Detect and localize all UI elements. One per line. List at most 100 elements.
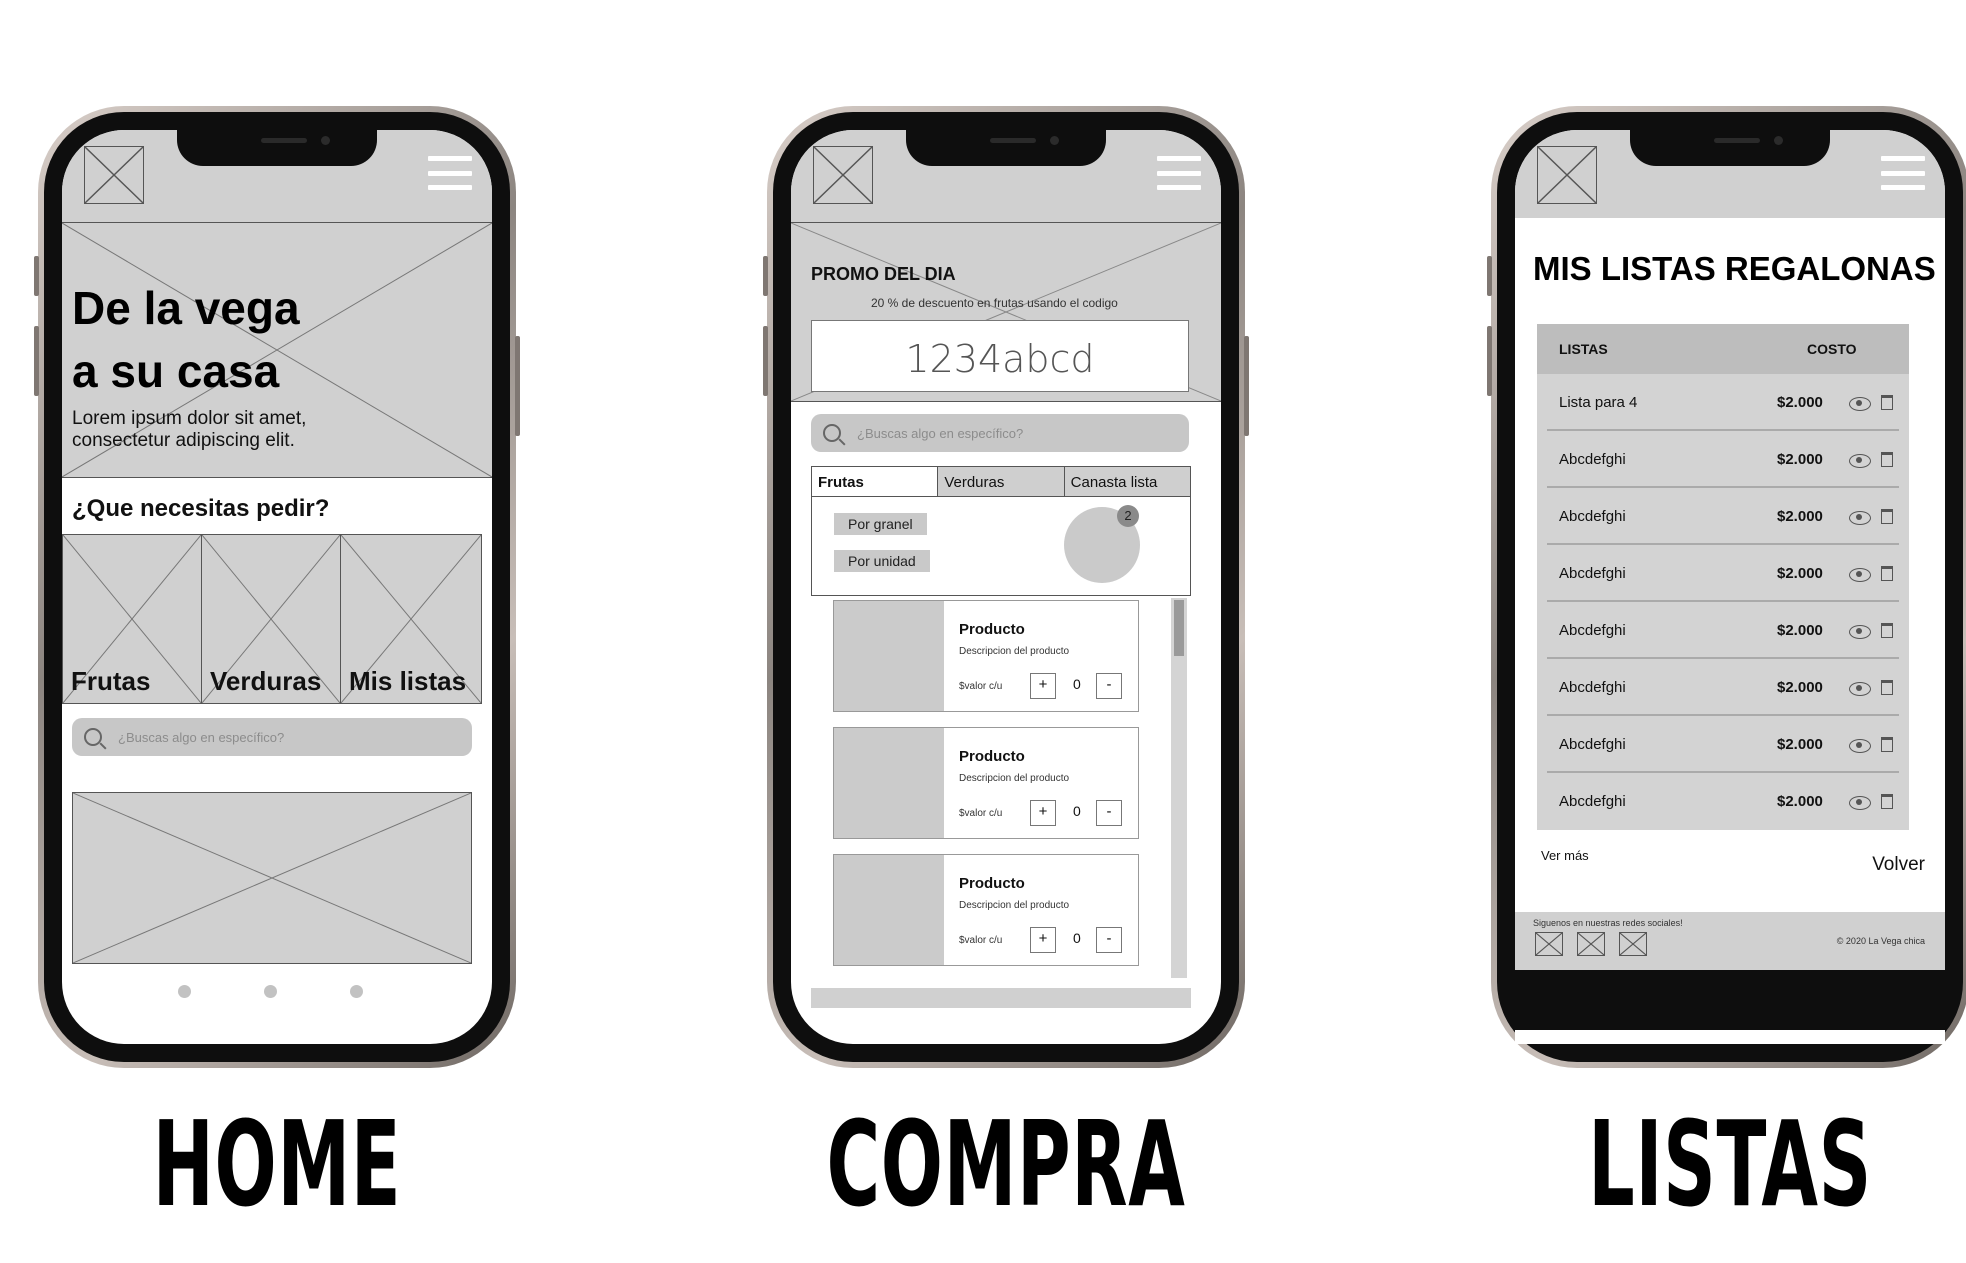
increment-button[interactable]: + — [1030, 927, 1056, 953]
table-row[interactable]: Abcdefghi $2.000 — [1547, 488, 1899, 545]
social-icon[interactable] — [1535, 932, 1563, 956]
list-cost: $2.000 — [1777, 508, 1823, 525]
chip-por-granel[interactable]: Por granel — [834, 513, 927, 535]
footer: Siguenos en nuestras redes sociales! © 2… — [1515, 912, 1945, 970]
category-frutas[interactable]: Frutas — [62, 534, 202, 704]
trash-icon[interactable] — [1881, 566, 1893, 581]
search-icon — [823, 424, 841, 442]
table-row[interactable]: Abcdefghi $2.000 — [1547, 659, 1899, 716]
product-card[interactable]: Producto Descripcion del producto $valor… — [833, 600, 1139, 712]
eye-icon[interactable] — [1849, 796, 1871, 810]
banner-image-placeholder[interactable] — [72, 792, 472, 964]
menu-icon[interactable] — [1881, 156, 1925, 190]
trash-icon[interactable] — [1881, 452, 1893, 467]
category-verduras[interactable]: Verduras — [201, 534, 341, 704]
product-price: $valor c/u — [959, 681, 1003, 692]
product-name: Producto — [959, 748, 1025, 765]
chip-por-unidad[interactable]: Por unidad — [834, 550, 930, 572]
social-icon[interactable] — [1619, 932, 1647, 956]
list-name: Abcdefghi — [1559, 565, 1626, 582]
notch — [1630, 130, 1830, 166]
phone-compra: PROMO DEL DIA 20 % de descuento en fruta… — [763, 106, 1249, 1068]
list-name: Abcdefghi — [1559, 793, 1626, 810]
eye-icon[interactable] — [1849, 739, 1871, 753]
decrement-button[interactable]: - — [1096, 673, 1122, 699]
back-button[interactable]: Volver — [1872, 854, 1925, 876]
trash-icon[interactable] — [1881, 395, 1893, 410]
lists-table: LISTAS COSTO Lista para 4 $2.000 Abcdefghi… — [1537, 324, 1909, 830]
logo-placeholder-icon[interactable] — [813, 146, 873, 204]
table-row[interactable]: Abcdefghi $2.000 — [1547, 545, 1899, 602]
trash-icon[interactable] — [1881, 737, 1893, 752]
scrollbar-track[interactable] — [1171, 598, 1187, 978]
eye-icon[interactable] — [1849, 682, 1871, 696]
hero-subtitle-line1: Lorem ipsum dolor sit amet, — [72, 408, 307, 429]
product-card[interactable]: Producto Descripcion del producto $valor… — [833, 727, 1139, 839]
social-icon[interactable] — [1577, 932, 1605, 956]
eye-icon[interactable] — [1849, 397, 1871, 411]
table-row[interactable]: Lista para 4 $2.000 — [1547, 374, 1899, 431]
search-placeholder: ¿Buscas algo en específico? — [118, 729, 285, 745]
tab-frutas[interactable]: Frutas — [812, 467, 939, 497]
trash-icon[interactable] — [1881, 509, 1893, 524]
increment-button[interactable]: + — [1030, 800, 1056, 826]
product-card[interactable]: Producto Descripcion del producto $valor… — [833, 854, 1139, 966]
product-description: Descripcion del producto — [959, 646, 1070, 657]
filter-panel: Por granel Por unidad 2 — [811, 496, 1191, 596]
promo-description: 20 % de descuento en frutas usando el co… — [871, 296, 1118, 310]
tab-canasta-lista[interactable]: Canasta lista — [1064, 467, 1190, 497]
product-price: $valor c/u — [959, 935, 1003, 946]
list-cost: $2.000 — [1777, 622, 1823, 639]
scrollbar-thumb[interactable] — [1174, 600, 1184, 656]
column-header-costo: COSTO — [1807, 341, 1857, 357]
product-description: Descripcion del producto — [959, 773, 1070, 784]
product-image — [834, 855, 944, 965]
category-mis-listas[interactable]: Mis listas — [340, 534, 482, 704]
table-row[interactable]: Abcdefghi $2.000 — [1547, 773, 1899, 830]
table-header: LISTAS COSTO — [1537, 324, 1909, 374]
carousel-dot[interactable] — [264, 985, 277, 998]
eye-icon[interactable] — [1849, 625, 1871, 639]
table-row[interactable]: Abcdefghi $2.000 — [1547, 431, 1899, 488]
product-name: Producto — [959, 875, 1025, 892]
search-input[interactable]: ¿Buscas algo en específico? — [72, 718, 472, 756]
table-row[interactable]: Abcdefghi $2.000 — [1547, 716, 1899, 773]
promo-code-box[interactable]: 1234abcd — [811, 320, 1189, 392]
page-title: MIS LISTAS REGALONAS — [1533, 250, 1936, 287]
list-cost: $2.000 — [1777, 793, 1823, 810]
hero-subtitle-line2: consectetur adipiscing elit. — [72, 430, 295, 451]
caption-compra: COMPRA — [826, 1095, 1186, 1233]
search-input[interactable]: ¿Buscas algo en específico? — [811, 414, 1189, 452]
category-label: Frutas — [71, 666, 151, 696]
section-question: ¿Que necesitas pedir? — [72, 495, 330, 522]
logo-placeholder-icon[interactable] — [84, 146, 144, 204]
eye-icon[interactable] — [1849, 568, 1871, 582]
carousel-dot[interactable] — [178, 985, 191, 998]
footer-copyright: © 2020 La Vega chica — [1836, 936, 1925, 946]
table-row[interactable]: Abcdefghi $2.000 — [1547, 602, 1899, 659]
tab-verduras[interactable]: Verduras — [938, 467, 1065, 497]
notch — [177, 130, 377, 166]
increment-button[interactable]: + — [1030, 673, 1056, 699]
list-cost: $2.000 — [1777, 394, 1823, 411]
logo-placeholder-icon[interactable] — [1537, 146, 1597, 204]
product-image — [834, 601, 944, 711]
list-name: Lista para 4 — [1559, 394, 1638, 411]
trash-icon[interactable] — [1881, 680, 1893, 695]
eye-icon[interactable] — [1849, 511, 1871, 525]
trash-icon[interactable] — [1881, 623, 1893, 638]
quantity-value: 0 — [1073, 803, 1081, 819]
list-name: Abcdefghi — [1559, 451, 1626, 468]
decrement-button[interactable]: - — [1096, 927, 1122, 953]
eye-icon[interactable] — [1849, 454, 1871, 468]
menu-icon[interactable] — [428, 156, 472, 190]
trash-icon[interactable] — [1881, 794, 1893, 809]
hero-title-line1: De la vega — [72, 282, 300, 334]
product-image — [834, 728, 944, 838]
decrement-button[interactable]: - — [1096, 800, 1122, 826]
see-more-link[interactable]: Ver más — [1541, 848, 1589, 863]
list-name: Abcdefghi — [1559, 508, 1626, 525]
menu-icon[interactable] — [1157, 156, 1201, 190]
carousel-dot[interactable] — [350, 985, 363, 998]
listas-screen: MIS LISTAS REGALONAS LISTAS COSTO Lista … — [1515, 130, 1945, 1044]
